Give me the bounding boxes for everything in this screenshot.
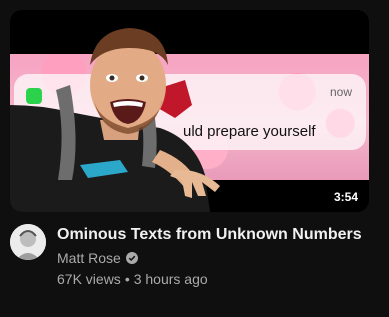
thumbnail-person-figure (10, 28, 220, 212)
avatar-image (10, 224, 46, 260)
video-duration-badge: 3:54 (328, 188, 363, 206)
metadata-separator: • (124, 271, 130, 287)
video-thumbnail[interactable]: now uld prepare yourself 3:54 (10, 10, 369, 212)
channel-avatar[interactable] (10, 224, 46, 260)
video-card[interactable]: now uld prepare yourself 3:54 Ominous Te… (0, 0, 389, 317)
channel-name[interactable]: Matt Rose (57, 250, 121, 266)
view-count: 67K views (57, 271, 121, 287)
video-title[interactable]: Ominous Texts from Unknown Numbers (57, 226, 362, 244)
verified-check-icon (125, 252, 138, 264)
upload-age: 3 hours ago (133, 271, 208, 287)
channel-row[interactable]: Matt Rose (57, 250, 138, 266)
video-metadata: 67K views • 3 hours ago (57, 271, 208, 287)
